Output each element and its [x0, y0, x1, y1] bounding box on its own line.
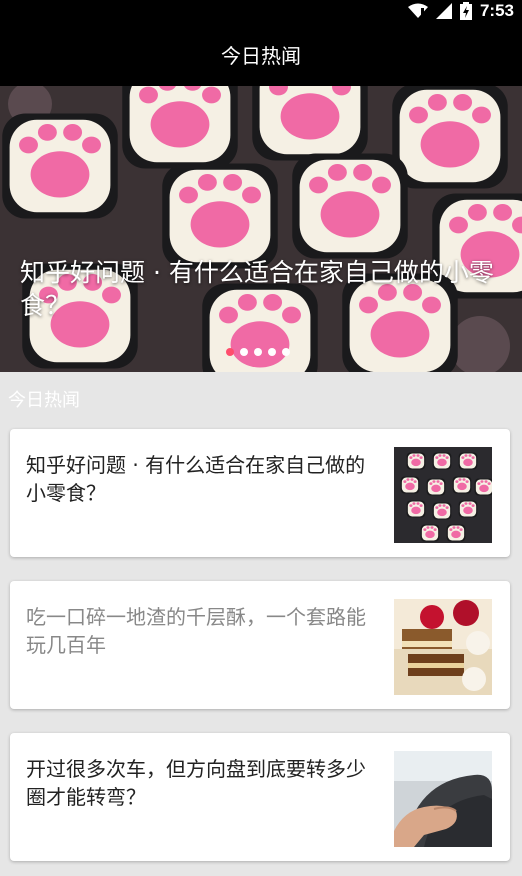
story-title: 知乎好问题 · 有什么适合在家自己做的小零食？ — [26, 453, 366, 505]
app-bar-title: 今日热闻 — [221, 43, 301, 68]
carousel-dot — [282, 348, 290, 356]
banner-image — [0, 86, 522, 372]
story-card[interactable]: 开过很多次车，但方向盘到底要转多少圈才能转弯？ — [10, 733, 510, 861]
carousel-dot — [226, 348, 234, 356]
steering-wheel-image — [394, 751, 492, 847]
story-thumbnail — [394, 447, 492, 543]
story-thumbnail — [394, 751, 492, 847]
battery-charging-icon — [459, 2, 472, 20]
carousel-indicator — [226, 348, 290, 356]
wifi-icon — [407, 3, 428, 18]
pastry-cakes-image — [394, 599, 492, 695]
status-icons: 7:53 — [407, 0, 514, 22]
app-bar: 今日热闻 — [0, 22, 522, 86]
carousel-dot — [254, 348, 262, 356]
signal-icon — [435, 3, 452, 19]
carousel-dot — [240, 348, 248, 356]
banner-title: 知乎好问题 · 有什么适合在家自己做的小零食？ — [20, 258, 494, 320]
story-title: 开过很多次车，但方向盘到底要转多少圈才能转弯？ — [26, 757, 366, 809]
status-time: 7:53 — [479, 1, 514, 20]
top-story-banner[interactable]: 知乎好问题 · 有什么适合在家自己做的小零食？ — [0, 86, 522, 372]
story-thumbnail — [394, 599, 492, 695]
status-bar: 7:53 — [0, 0, 522, 22]
carousel-dot — [268, 348, 276, 356]
story-card[interactable]: 知乎好问题 · 有什么适合在家自己做的小零食？ — [10, 429, 510, 557]
story-title: 吃一口碎一地渣的千层酥，一个套路能玩几百年 — [26, 605, 366, 657]
story-card[interactable]: 吃一口碎一地渣的千层酥，一个套路能玩几百年 — [10, 581, 510, 709]
section-header: 今日热闻 — [8, 390, 80, 411]
cat-paw-sweets-image — [394, 447, 492, 543]
